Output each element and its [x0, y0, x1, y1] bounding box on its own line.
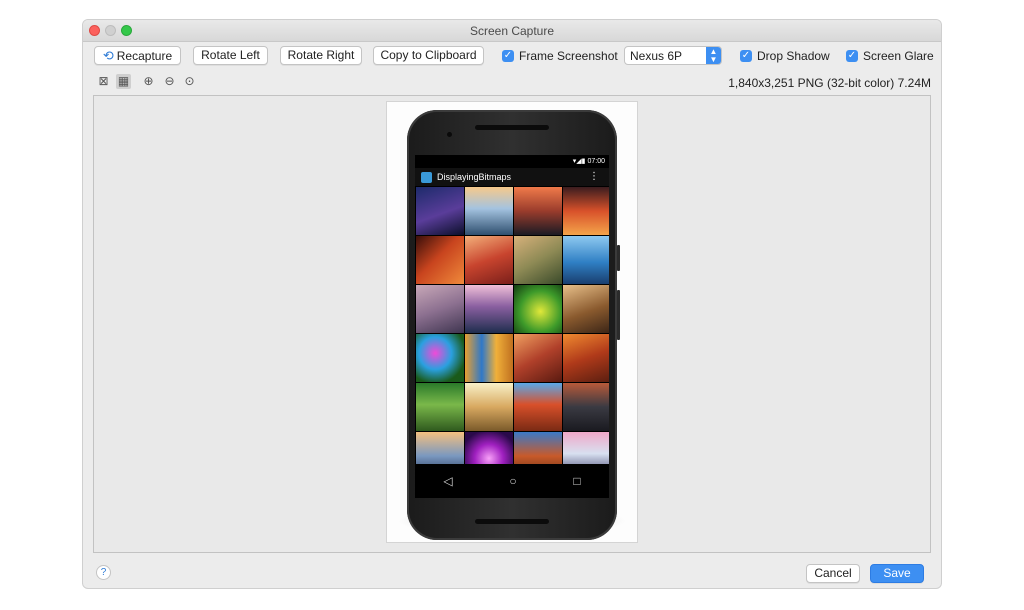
- app-icon: [421, 171, 432, 183]
- photo-tile: [563, 334, 609, 382]
- screen-glare-checkbox[interactable]: ✓ Screen Glare: [846, 49, 934, 63]
- drop-shadow-checkbox[interactable]: ✓ Drop Shadow: [740, 49, 830, 63]
- photo-tile: [514, 236, 562, 284]
- device-screen: ▾◢▮ 07:00 DisplayingBitmaps ⋮ ◁ ○ □: [415, 155, 609, 498]
- photo-tile: [563, 285, 609, 333]
- front-camera: [447, 132, 452, 137]
- checkmark-icon: ✓: [740, 50, 752, 62]
- checkmark-icon: ✓: [846, 50, 858, 62]
- window-title: Screen Capture: [469, 24, 555, 38]
- status-time: 07:00: [587, 158, 605, 165]
- save-button[interactable]: Save: [870, 564, 924, 583]
- recapture-label: Recapture: [116, 49, 173, 63]
- actual-size-icon[interactable]: ▦: [116, 74, 131, 89]
- zoom-in-icon[interactable]: ⊕: [141, 74, 156, 89]
- up-down-arrows-icon: ▲ ▼: [706, 47, 721, 64]
- copy-to-clipboard-button[interactable]: Copy to Clipboard: [373, 46, 484, 65]
- cancel-button[interactable]: Cancel: [806, 564, 860, 583]
- photo-tile: [465, 383, 513, 431]
- help-button[interactable]: ?: [96, 565, 111, 580]
- photo-tile: [514, 285, 562, 333]
- recents-icon: □: [573, 474, 581, 488]
- device-select-value: Nexus 6P: [630, 49, 683, 63]
- photo-tile: [416, 334, 464, 382]
- photo-tile: [416, 236, 464, 284]
- screen-capture-window: Screen Capture ⟲ Recapture Rotate Left Ro…: [83, 20, 941, 588]
- frame-screenshot-checkbox[interactable]: ✓ Frame Screenshot: [502, 49, 618, 63]
- screen-glare-label: Screen Glare: [863, 49, 934, 63]
- photo-tile: [514, 383, 562, 431]
- photo-tile: [563, 383, 609, 431]
- signal-icon: ▾◢▮: [572, 158, 588, 165]
- photo-tile: [465, 236, 513, 284]
- photo-tile: [514, 187, 562, 235]
- photo-tile: [416, 383, 464, 431]
- back-icon: ◁: [443, 474, 453, 488]
- frame-screenshot-label: Frame Screenshot: [519, 49, 618, 63]
- photo-tile: [465, 187, 513, 235]
- capture-frame: ▾◢▮ 07:00 DisplayingBitmaps ⋮ ◁ ○ □: [386, 101, 638, 543]
- zoom-out-icon[interactable]: ⊖: [162, 74, 177, 89]
- title-bar: Screen Capture: [83, 20, 941, 42]
- photo-tile: [465, 285, 513, 333]
- device-select[interactable]: Nexus 6P ▲ ▼: [624, 46, 722, 65]
- app-bar: DisplayingBitmaps ⋮: [415, 168, 609, 186]
- image-info: 1,840x3,251 PNG (32-bit color) 7.24M: [728, 76, 931, 90]
- photo-tile: [514, 334, 562, 382]
- photo-tile: [416, 285, 464, 333]
- rotate-left-button[interactable]: Rotate Left: [193, 46, 268, 65]
- android-nav-bar: ◁ ○ □: [415, 464, 609, 498]
- top-speaker: [475, 125, 549, 130]
- app-title: DisplayingBitmaps: [437, 172, 512, 182]
- drop-shadow-label: Drop Shadow: [757, 49, 830, 63]
- checkmark-icon: ✓: [502, 50, 514, 62]
- preview-viewport[interactable]: ▾◢▮ 07:00 DisplayingBitmaps ⋮ ◁ ○ □: [93, 95, 931, 553]
- volume-button: [617, 245, 620, 271]
- status-bar: ▾◢▮ 07:00: [415, 155, 609, 168]
- photo-tile: [563, 187, 609, 235]
- recapture-button[interactable]: ⟲ Recapture: [94, 46, 181, 65]
- photo-tile: [563, 236, 609, 284]
- photo-tile: [416, 187, 464, 235]
- overflow-menu-icon: ⋮: [589, 171, 599, 182]
- device-frame: ▾◢▮ 07:00 DisplayingBitmaps ⋮ ◁ ○ □: [407, 110, 620, 540]
- home-icon: ○: [509, 474, 517, 488]
- photo-tile: [465, 334, 513, 382]
- power-button: [617, 290, 620, 340]
- bottom-speaker: [475, 519, 549, 524]
- photo-grid: [415, 187, 609, 480]
- rotate-right-button[interactable]: Rotate Right: [280, 46, 362, 65]
- fit-screen-icon[interactable]: ⊠: [96, 74, 111, 89]
- refresh-icon: ⟲: [102, 48, 114, 63]
- zoom-actual-icon[interactable]: ⊙: [182, 74, 197, 89]
